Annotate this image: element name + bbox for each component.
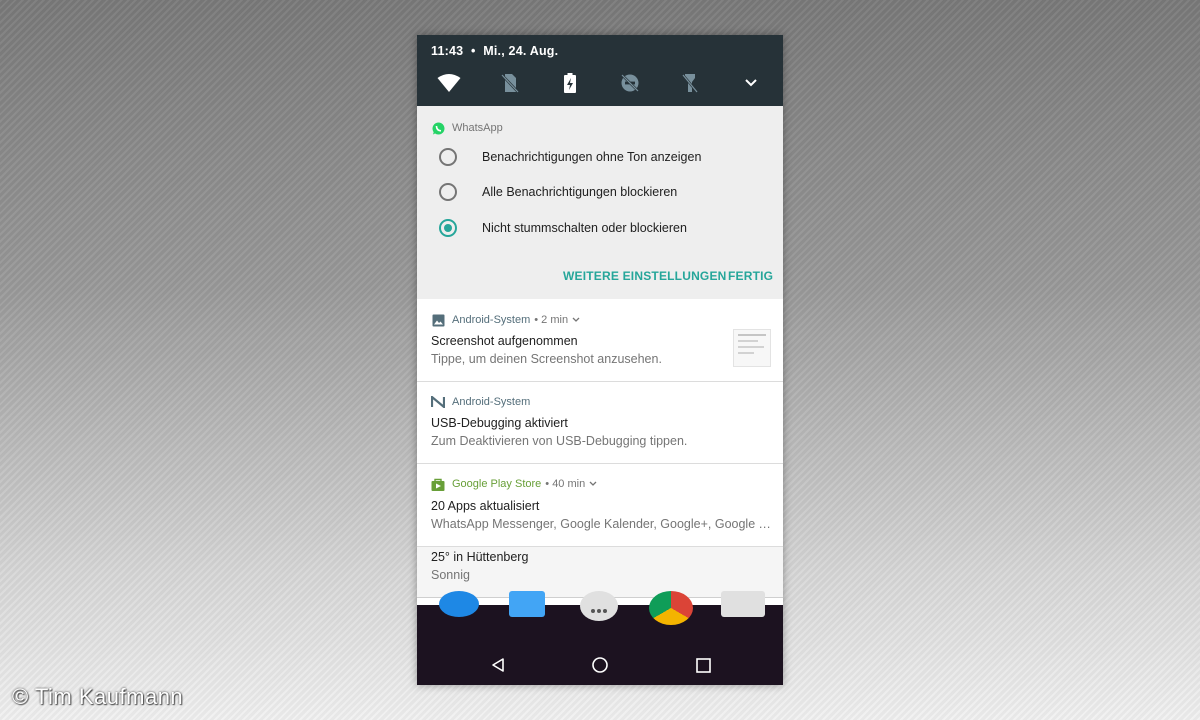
done-button[interactable]: FERTIG [728,269,773,283]
app-name: Android-System [452,314,531,326]
image-icon [431,313,445,327]
notification-title: Screenshot aufgenommen [431,334,578,348]
camera-app-icon[interactable] [721,591,765,617]
sim-off-icon[interactable] [498,71,522,95]
home-icon[interactable] [588,653,612,677]
app-header: WhatsApp [431,120,503,136]
option-label: Alle Benachrichtigungen blockieren [482,185,678,199]
play-store-icon [431,477,445,491]
clock: 11:43 [431,44,464,58]
app-drawer-icon[interactable] [580,591,618,621]
option-label: Benachrichtigungen ohne Ton anzeigen [482,150,702,164]
app-name: Google Play Store [452,478,542,490]
weather-text: Sonnig [431,568,470,582]
app-name: WhatsApp [452,122,503,134]
option-label: Nicht stummschalten oder blockieren [482,221,687,235]
app-header: Android-System [431,394,530,410]
recents-icon[interactable] [691,653,715,677]
notification-usb-debugging[interactable]: Android-System USB-Debugging aktiviert Z… [417,382,783,464]
chrome-app-icon[interactable] [649,591,693,625]
notification-shade: 11:43 • Mi., 24. Aug. WhatsApp Benachric… [417,35,783,685]
option-block-all[interactable]: Alle Benachrichtigungen blockieren [439,182,677,202]
notification-time: • 2 min [534,314,569,326]
app-header: Android-System • 2 min [431,312,580,328]
quick-settings-header: 11:43 • Mi., 24. Aug. [417,35,783,106]
whatsapp-notification-settings: WhatsApp Benachrichtigungen ohne Ton anz… [417,106,783,299]
phone-app-icon[interactable] [439,591,479,617]
notification-title: USB-Debugging aktiviert [431,416,568,430]
radio-button[interactable] [439,148,457,166]
wifi-icon[interactable] [437,71,461,95]
radio-button-selected[interactable] [439,219,457,237]
weather-title: 25° in Hüttenberg [431,550,529,564]
notification-title: 20 Apps aktualisiert [431,499,540,513]
option-dont-silence[interactable]: Nicht stummschalten oder blockieren [439,218,687,238]
separator: • [470,44,476,58]
back-icon[interactable] [486,653,510,677]
android-n-icon [431,395,445,409]
notification-screenshot[interactable]: Android-System • 2 min Screenshot aufgen… [417,299,783,382]
app-name: Android-System [452,396,531,408]
notification-time: • 40 min [545,478,586,490]
flashlight-off-icon[interactable] [678,71,702,95]
notification-text: Tippe, um deinen Screenshot anzusehen. [431,352,662,366]
chevron-down-icon[interactable] [572,314,580,326]
date: Mi., 24. Aug. [483,44,559,58]
messages-app-icon[interactable] [509,591,545,617]
battery-charging-icon[interactable] [558,71,582,95]
notification-text: WhatsApp Messenger, Google Kalender, Goo… [431,517,771,531]
chevron-down-icon[interactable] [589,478,597,490]
notification-text: Zum Deaktivieren von USB-Debugging tippe… [431,434,688,448]
expand-icon[interactable] [739,71,763,95]
option-silent[interactable]: Benachrichtigungen ohne Ton anzeigen [439,147,701,167]
more-settings-button[interactable]: WEITERE EINSTELLUNGEN [563,269,727,283]
app-header: Google Play Store • 40 min [431,476,597,492]
whatsapp-icon [431,121,445,135]
copyright-watermark: © Tim Kaufmann [12,684,184,709]
status-datetime: 11:43 • Mi., 24. Aug. [431,44,558,58]
do-not-disturb-off-icon[interactable] [618,71,642,95]
radio-button[interactable] [439,183,457,201]
notification-play-store[interactable]: Google Play Store • 40 min 20 Apps aktua… [417,464,783,547]
screenshot-thumbnail [733,329,771,367]
